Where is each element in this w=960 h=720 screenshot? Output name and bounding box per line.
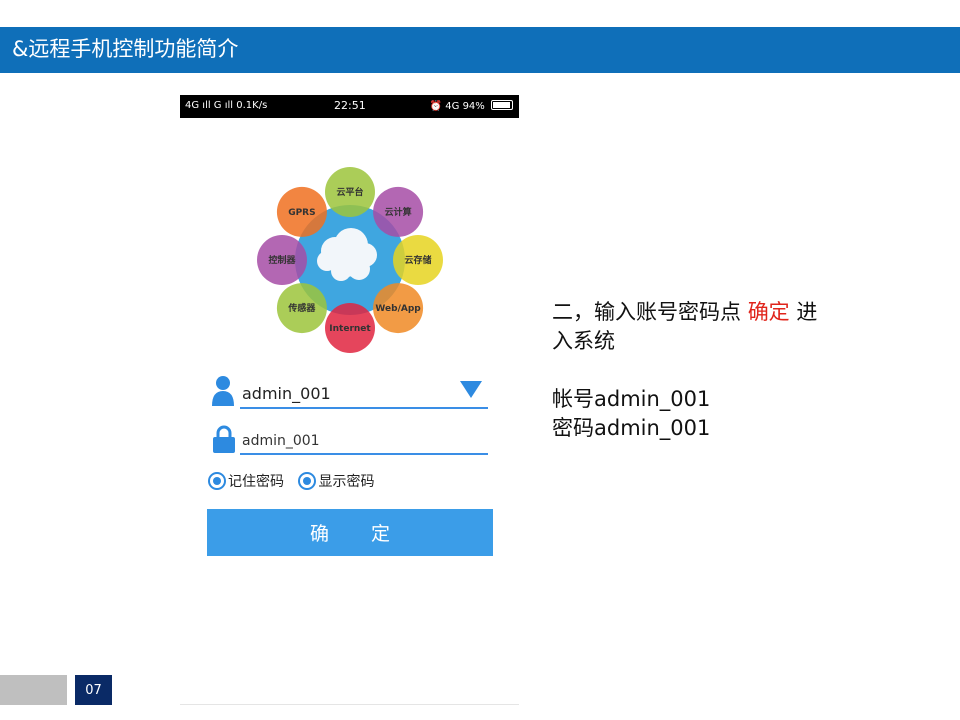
lock-icon <box>213 425 235 453</box>
radio-icon <box>298 472 317 490</box>
phone-bottom-divider <box>180 704 519 705</box>
password-line: 密码admin_001 <box>552 414 872 443</box>
confirm-button[interactable]: 确 定 <box>207 509 493 556</box>
cloud-services-diagram: 云平台云计算云存储 Web/App Internet 传感器 控制器 GPRS <box>257 167 443 353</box>
show-password-radio[interactable]: 显示密码 <box>298 471 374 491</box>
account-line: 帐号admin_001 <box>552 385 872 414</box>
status-bar: 4G ıll G ıll 0.1K/s 22:51 ⏰ 4G 94% <box>180 95 519 118</box>
remember-password-radio[interactable]: 记住密码 <box>208 471 284 491</box>
radio-icon <box>208 472 226 490</box>
alarm-icon: ⏰ <box>429 101 443 112</box>
diagram-petal-label: Web/App <box>375 304 421 314</box>
explanation-prefix: 二，输入账号密码点 <box>552 300 741 324</box>
status-right: ⏰ 4G 94% <box>430 100 513 112</box>
password-underline <box>240 453 488 455</box>
password-value-text: admin_001 <box>594 416 711 440</box>
status-network: 4G ıll G ıll 0.1K/s <box>185 100 268 111</box>
account-label: 帐号 <box>552 387 594 411</box>
remember-password-label: 记住密码 <box>228 474 284 490</box>
diagram-petal-label: GPRS <box>288 208 315 218</box>
confirm-button-label: 确 定 <box>309 523 409 545</box>
diagram-petal-label: 传感器 <box>287 302 316 314</box>
username-underline <box>240 407 488 409</box>
diagram-petal-label: 控制器 <box>268 254 296 266</box>
username-value[interactable]: admin_001 <box>242 384 331 403</box>
page-number: 07 <box>75 675 112 705</box>
explanation-text: 二，输入账号密码点 确定 进 入系统 帐号admin_001 密码admin_0… <box>552 298 872 443</box>
password-label: 密码 <box>552 416 594 440</box>
title-bar: &远程手机控制功能简介 <box>0 27 960 73</box>
diagram-petal-label: 云存储 <box>404 254 431 266</box>
battery-icon <box>491 100 513 110</box>
slide-title: &远程手机控制功能简介 <box>12 37 239 61</box>
explanation-line-2: 入系统 <box>552 329 615 353</box>
username-field[interactable]: admin_001 <box>208 375 488 409</box>
account-value: admin_001 <box>594 387 711 411</box>
status-time: 22:51 <box>334 99 366 112</box>
login-options: 记住密码 显示密码 <box>208 471 384 491</box>
footer-gray-block <box>0 675 67 705</box>
user-icon <box>212 376 234 406</box>
explanation-line-1: 二，输入账号密码点 确定 进 <box>552 298 872 327</box>
show-password-label: 显示密码 <box>318 474 375 490</box>
phone-screenshot: 4G ıll G ıll 0.1K/s 22:51 ⏰ 4G 94% 云平台云计… <box>180 95 519 705</box>
password-field[interactable]: admin_001 <box>208 425 488 455</box>
diagram-petal-label: 云计算 <box>385 206 412 218</box>
status-battery-text: 4G 94% <box>445 101 485 112</box>
explanation-highlight: 确定 <box>747 300 790 324</box>
password-value[interactable]: admin_001 <box>242 433 320 449</box>
diagram-petal-label: 云平台 <box>336 186 363 198</box>
diagram-petal-label: Internet <box>329 324 371 334</box>
dropdown-arrow-icon[interactable] <box>460 381 482 398</box>
explanation-suffix: 进 <box>796 300 818 324</box>
